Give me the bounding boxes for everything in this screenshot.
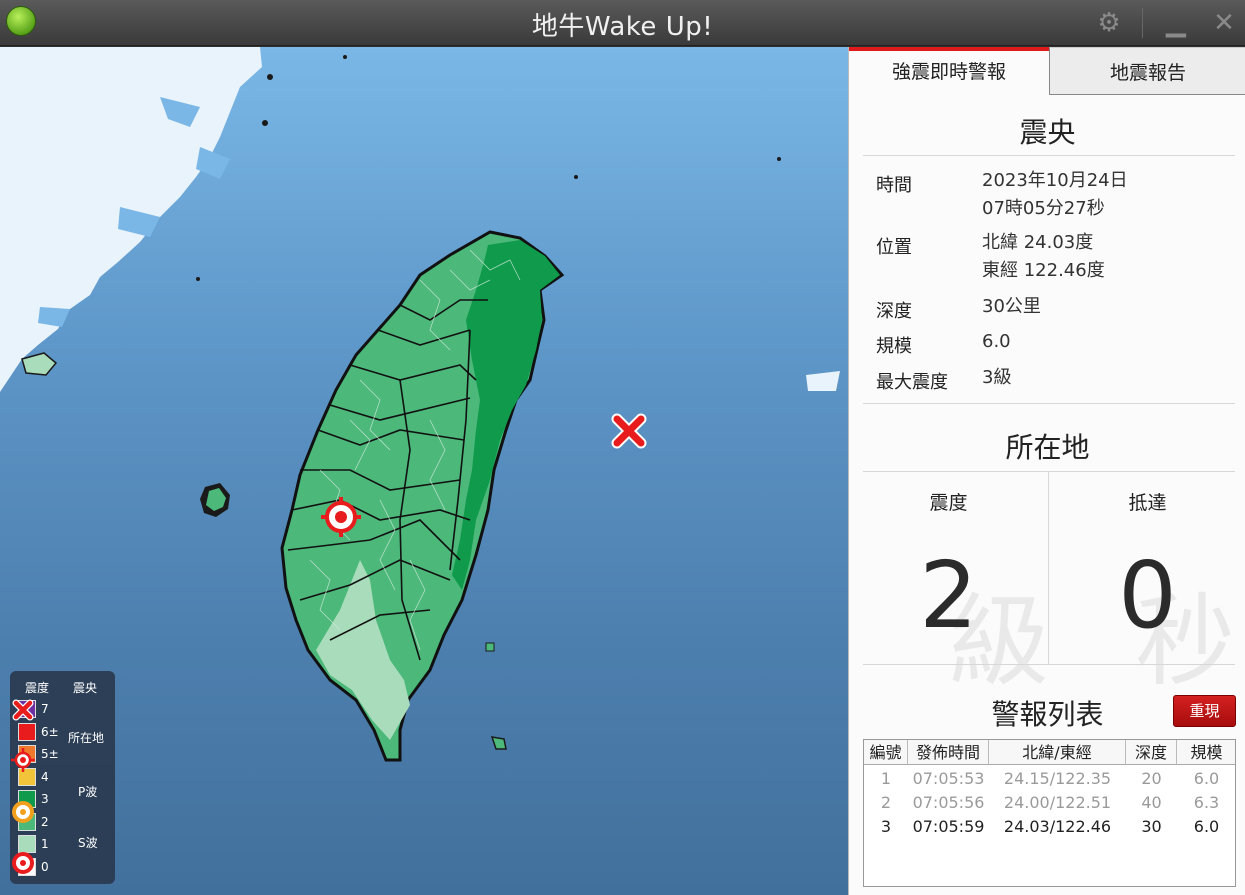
- legend-level-label: 5±: [41, 747, 59, 761]
- column-header-depth: 深度: [1126, 740, 1177, 765]
- cell-number: 2: [880, 793, 892, 812]
- map-legend: 震度 震央 7 6± 5± 4 3 2 1 0 所在地 P波 S波: [10, 671, 115, 884]
- kinmen-island: [21, 352, 58, 376]
- cell-number: 1: [880, 769, 892, 788]
- legend-swave-icon: [12, 852, 34, 874]
- divider: [863, 403, 1235, 404]
- cell-time: 07:05:59: [912, 817, 985, 836]
- divider: [863, 155, 1235, 156]
- local-intensity-value: 2: [919, 542, 978, 649]
- latitude-value: 北緯 24.03度: [982, 232, 1094, 253]
- cell-number: 3: [880, 817, 892, 836]
- local-intensity-box: 級 震度 2: [849, 472, 1049, 700]
- alert-list-table: 編號 發佈時間 北緯/東經 深度 規模 1 07:05:53 24.15/122…: [863, 739, 1236, 887]
- legend-level-label: 4: [41, 769, 49, 784]
- titlebar-separator: [1142, 8, 1143, 38]
- legend-level-label: 1: [41, 837, 49, 851]
- legend-epicenter-icon: [12, 699, 34, 721]
- info-panel: 強震即時警報 地震報告 震央 時間 2023年10月24日 07時05分27秒 …: [848, 47, 1245, 895]
- divider: [863, 664, 1235, 665]
- legend-level-label: 0: [41, 859, 49, 874]
- max-intensity-label: 最大震度: [876, 372, 948, 393]
- table-row[interactable]: 3 07:05:59 24.03/122.46 30 6.0: [864, 815, 1235, 839]
- cell-magnitude: 6.0: [1193, 769, 1220, 788]
- title-bar: 地牛Wake Up! ⚙ ▁ ✕: [0, 0, 1245, 46]
- cell-time: 07:05:56: [912, 793, 985, 812]
- max-intensity-value: 3級: [982, 367, 1012, 388]
- location-label: 位置: [876, 237, 912, 258]
- time-value-clock: 07時05分27秒: [982, 198, 1105, 219]
- legend-pwave-label: P波: [78, 785, 98, 799]
- legend-epicenter-heading: 震央: [73, 681, 98, 695]
- depth-value: 30公里: [982, 296, 1041, 317]
- arrival-box: 秒 抵達 0: [1049, 472, 1245, 700]
- cell-coord: 24.00/122.51: [1003, 793, 1112, 812]
- cell-depth: 30: [1141, 817, 1162, 836]
- depth-label: 深度: [876, 301, 912, 322]
- replay-button[interactable]: 重現: [1173, 695, 1236, 727]
- legend-level-label: 3: [41, 792, 49, 806]
- legend-swave-label: S波: [78, 836, 98, 850]
- earthquake-map[interactable]: 震度 震央 7 6± 5± 4 3 2 1 0 所在地 P波 S波: [0, 47, 848, 895]
- tab-earthquake-report[interactable]: 地震報告: [1049, 47, 1245, 95]
- cell-coord: 24.15/122.35: [1003, 769, 1112, 788]
- epicenter-heading: 震央: [1019, 116, 1076, 149]
- local-intensity-label: 震度: [929, 492, 968, 514]
- time-value-date: 2023年10月24日: [982, 170, 1128, 191]
- cell-depth: 40: [1141, 793, 1162, 812]
- window-title: 地牛Wake Up!: [531, 12, 714, 42]
- tab-realtime-alert[interactable]: 強震即時警報: [849, 47, 1049, 95]
- cell-magnitude: 6.0: [1193, 817, 1220, 836]
- table-row[interactable]: 2 07:05:56 24.00/122.51 40 6.3: [864, 791, 1235, 815]
- settings-gear-icon[interactable]: ⚙: [1094, 8, 1124, 38]
- legend-level-1: 6±: [18, 722, 59, 741]
- arrival-label: 抵達: [1128, 492, 1167, 514]
- map-svg: [0, 47, 840, 762]
- legend-level-label: 2: [41, 814, 49, 829]
- column-header-time: 發佈時間: [908, 740, 989, 765]
- table-row[interactable]: 1 07:05:53 24.15/122.35 20 6.0: [864, 767, 1235, 791]
- legend-level-label: 6±: [41, 724, 59, 739]
- column-header-coord: 北緯/東經: [989, 740, 1126, 765]
- arrival-seconds-value: 0: [1118, 542, 1177, 649]
- legend-location-icon: [11, 748, 35, 772]
- close-icon[interactable]: ✕: [1209, 8, 1239, 38]
- magnitude-label: 規模: [876, 336, 912, 357]
- legend-intensity-heading: 震度: [25, 681, 50, 695]
- cell-magnitude: 6.3: [1193, 793, 1220, 812]
- table-header: 編號 發佈時間 北緯/東經 深度 規模: [864, 740, 1235, 765]
- column-header-number: 編號: [864, 740, 908, 765]
- taiwan-island: [280, 230, 565, 762]
- cell-depth: 20: [1141, 769, 1162, 788]
- column-header-magnitude: 規模: [1190, 743, 1223, 762]
- cell-coord: 24.03/122.46: [1003, 817, 1112, 836]
- legend-level-label: 7: [41, 702, 49, 716]
- location-heading: 所在地: [1005, 431, 1090, 464]
- cell-time: 07:05:53: [912, 769, 985, 788]
- legend-location-label: 所在地: [68, 731, 105, 745]
- legend-pwave-icon: [12, 801, 34, 823]
- time-label: 時間: [876, 175, 912, 196]
- epicenter-marker-icon: [611, 413, 647, 449]
- minimize-icon[interactable]: ▁: [1161, 8, 1191, 38]
- magnitude-value: 6.0: [982, 331, 1011, 352]
- legend-swatch: [18, 722, 36, 741]
- longitude-value: 東經 122.46度: [982, 260, 1105, 281]
- panel-tabs: 強震即時警報 地震報告: [849, 47, 1245, 95]
